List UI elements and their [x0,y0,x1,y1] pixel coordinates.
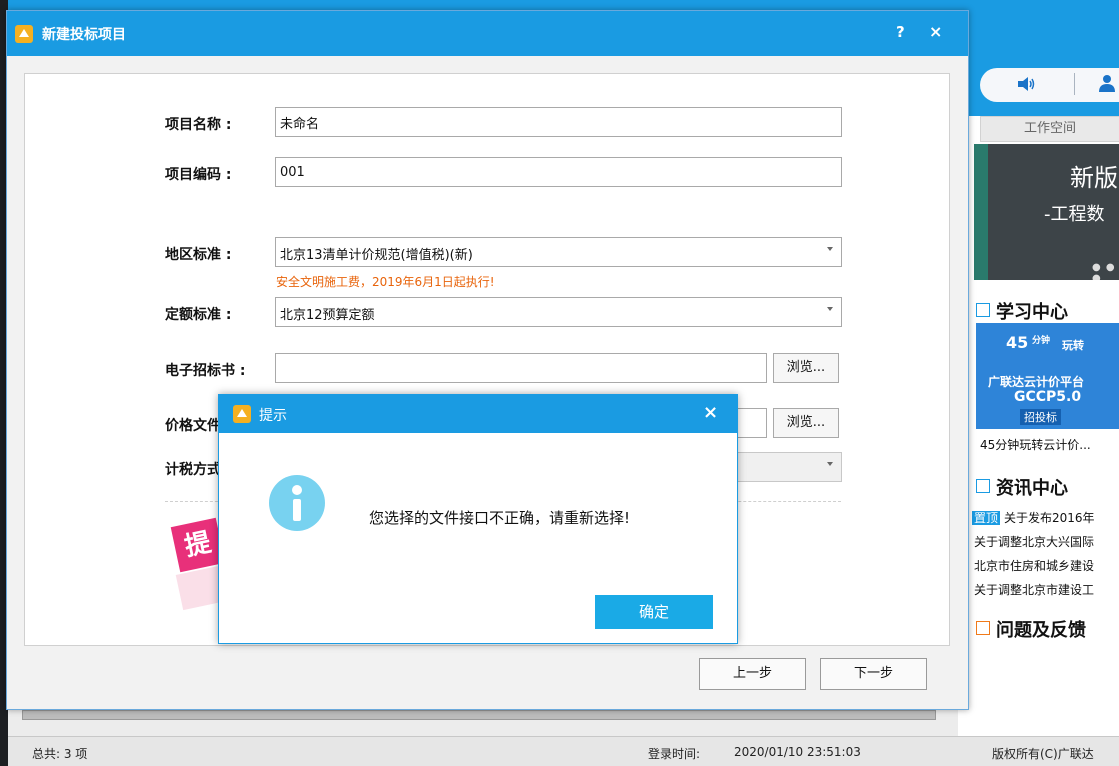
status-bar: 总共: 3 项 登录时间: 2020/01/10 23:51:03 版权所有(C… [8,736,1119,766]
feedback-icon [976,621,990,635]
learning-center-title[interactable]: 学习中心 [996,298,1068,324]
news-item[interactable]: 关于调整北京大兴国际 [974,533,1094,550]
chevron-down-icon [827,247,833,251]
close-icon[interactable]: × [929,22,942,41]
region-standard-select[interactable]: 北京13清单计价规范(增值税)(新) [275,237,842,267]
close-icon[interactable]: × [703,402,718,423]
region-notice: 安全文明施工费，2019年6月1日起执行! [276,275,495,289]
region-standard-label: 地区标准 : [165,247,232,263]
thumb-badge: 招投标 [1020,409,1061,425]
tax-method-label: 计税方式 [165,462,221,478]
quota-standard-select[interactable]: 北京12预算定额 [275,297,842,327]
user-icon[interactable] [1098,74,1116,92]
news-center-title[interactable]: 资讯中心 [996,474,1068,500]
promo-banner[interactable]: 新版 -工程数 ● ● ● [974,144,1119,280]
thumb-platform: 广联达云计价平台 [988,375,1085,389]
right-panel-header [958,60,1119,116]
e-tender-browse-button[interactable]: 浏览... [773,353,839,383]
price-file-label: 价格文件 [165,418,221,434]
help-icon[interactable]: ? [896,23,905,41]
thumb-unit: 分钟 [1032,336,1051,346]
chevron-down-icon [827,307,833,311]
news-item-text: 关于发布2016年 [1004,511,1095,525]
project-name-label: 项目名称 : [165,117,232,133]
dialog-title-bar[interactable]: 新建投标项目 ? × [7,11,968,56]
quota-standard-value: 北京12预算定额 [280,308,375,323]
login-time-label: 登录时间: [648,747,701,761]
alert-dialog: 提示 × 您选择的文件接口不正确，请重新选择! 确定 [218,394,738,644]
info-icon [269,475,325,531]
course-caption[interactable]: 45分钟玩转云计价... [980,436,1091,453]
alert-title-bar[interactable]: 提示 × [219,395,737,433]
background-scrollbar [22,710,936,720]
banner-edge-decoration [974,144,988,280]
tab-workspace[interactable]: 工作空间 [980,116,1119,142]
alert-title: 提示 [259,408,287,424]
banner-subline: -工程数 [1044,204,1105,225]
news-item[interactable]: 关于调整北京市建设工 [974,581,1094,598]
next-step-button[interactable]: 下一步 [820,658,927,690]
news-item[interactable]: 北京市住房和城乡建设 [974,557,1094,574]
news-item[interactable]: 置顶 关于发布2016年 [972,509,1095,526]
ok-button[interactable]: 确定 [595,595,713,629]
app-logo-icon [233,405,251,423]
info-icon-bar [293,499,301,521]
feedback-title[interactable]: 问题及反馈 [996,616,1086,642]
project-code-label: 项目编码 : [165,167,232,183]
thumb-product: GCCP5.0 [1014,389,1082,405]
news-icon [976,479,990,493]
right-info-panel: 工作空间 新版 -工程数 ● ● ● 学习中心 45 分钟 玩转 广联达云计价平… [958,60,1119,736]
project-code-input[interactable] [275,157,842,187]
toolbar-separator [1074,73,1075,95]
e-tender-input[interactable] [275,353,767,383]
thumb-verb: 玩转 [1062,339,1084,352]
project-name-input[interactable] [275,107,842,137]
previous-step-button[interactable]: 上一步 [699,658,806,690]
e-tender-label: 电子招标书 : [165,363,246,379]
banner-pager-dots: ● ● ● [1092,262,1116,280]
info-icon-dot [292,485,302,495]
alert-message: 您选择的文件接口不正确，请重新选择! [369,509,631,527]
total-count: 总共: 3 项 [32,747,88,761]
play-icon [976,303,990,317]
region-standard-value: 北京13清单计价规范(增值税)(新) [280,248,473,263]
thumb-number: 45 [1006,333,1029,352]
app-logo-icon [15,25,33,43]
login-time-value: 2020/01/10 23:51:03 [734,745,861,759]
course-thumbnail[interactable]: 45 分钟 玩转 广联达云计价平台 GCCP5.0 招投标 [976,323,1119,429]
pinned-badge: 置顶 [972,511,1001,525]
banner-headline: 新版 [1070,164,1118,192]
price-file-browse-button[interactable]: 浏览... [773,408,839,438]
dialog-title: 新建投标项目 [42,27,126,43]
speaker-icon[interactable] [1018,76,1036,92]
copyright: 版权所有(C)广联达 [992,747,1094,761]
chevron-down-icon [827,462,833,466]
quota-standard-label: 定额标准 : [165,307,232,323]
